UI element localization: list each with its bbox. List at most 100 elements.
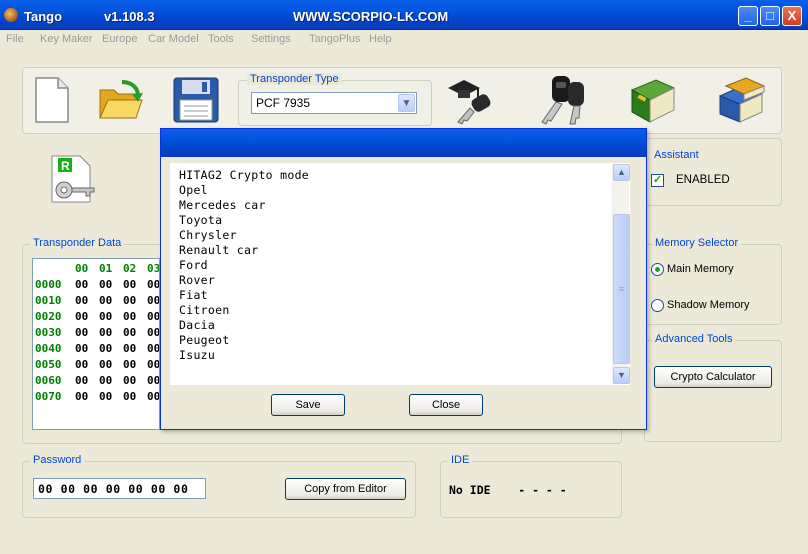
menu-help[interactable]: Help xyxy=(369,33,392,45)
hex-cell[interactable]: 00 xyxy=(99,358,123,371)
app-icon[interactable] xyxy=(4,8,18,22)
hex-cell[interactable]: 00 xyxy=(147,278,159,291)
menu-car-model[interactable]: Car Model xyxy=(148,33,199,45)
save-button[interactable]: Save xyxy=(271,394,345,416)
list-scrollbar[interactable]: ▲ ≡ ▼ xyxy=(612,164,630,384)
hex-cell[interactable]: 00 xyxy=(147,326,159,339)
minimize-button[interactable]: _ xyxy=(738,6,758,26)
hex-cell[interactable]: 00 xyxy=(123,342,147,355)
hex-address: 0050 xyxy=(35,358,62,371)
hex-cell[interactable]: 00 xyxy=(147,358,159,371)
maximize-button[interactable]: □ xyxy=(760,6,780,26)
assistant-label: Assistant xyxy=(651,149,702,161)
hex-row: 0070 00 00 00 00 xyxy=(35,390,159,406)
hex-address: 0020 xyxy=(35,310,62,323)
hex-cell[interactable]: 00 xyxy=(123,326,147,339)
keys-icon[interactable] xyxy=(534,72,590,126)
hex-cell[interactable]: 00 xyxy=(99,294,123,307)
list-item[interactable]: Rover xyxy=(179,273,215,287)
hex-cell[interactable]: 00 xyxy=(123,390,147,403)
dialog-title-bar[interactable] xyxy=(161,129,646,157)
hex-cell[interactable]: 00 xyxy=(147,310,159,323)
hex-cell[interactable]: 00 xyxy=(123,374,147,387)
svg-text:R: R xyxy=(61,159,70,173)
hex-cell[interactable]: 00 xyxy=(99,390,123,403)
open-folder-icon[interactable] xyxy=(96,78,144,122)
hex-address: 0010 xyxy=(35,294,62,307)
hex-cell[interactable]: 00 xyxy=(99,310,123,323)
hex-cell[interactable]: 00 xyxy=(99,342,123,355)
password-input[interactable]: 00 00 00 00 00 00 00 xyxy=(33,478,206,499)
hex-cell[interactable]: 00 xyxy=(123,294,147,307)
main-memory-radio[interactable] xyxy=(651,263,664,276)
car-model-list[interactable]: HITAG2 Crypto mode Opel Mercedes car Toy… xyxy=(170,163,630,385)
crypto-calculator-button[interactable]: Crypto Calculator xyxy=(654,366,772,388)
list-item[interactable]: Renault car xyxy=(179,243,258,257)
scroll-up-icon[interactable]: ▲ xyxy=(613,164,630,181)
hex-cell[interactable]: 00 xyxy=(99,326,123,339)
hex-cell[interactable]: 00 xyxy=(123,278,147,291)
transponder-type-select[interactable]: PCF 7935 ▼ xyxy=(251,92,417,114)
advanced-tools-label: Advanced Tools xyxy=(652,333,736,345)
hex-cell[interactable]: 00 xyxy=(123,358,147,371)
list-item[interactable]: Isuzu xyxy=(179,348,215,362)
menu-europe[interactable]: Europe xyxy=(102,33,137,45)
new-file-icon[interactable] xyxy=(34,76,70,124)
hex-cell[interactable]: 00 xyxy=(147,390,159,403)
hex-cell[interactable]: 00 xyxy=(75,310,99,323)
list-item[interactable]: Chrysler xyxy=(179,228,237,242)
hex-cell[interactable]: 00 xyxy=(75,390,99,403)
graduate-key-icon[interactable] xyxy=(444,74,498,126)
list-item[interactable]: Dacia xyxy=(179,318,215,332)
chevron-down-icon[interactable]: ▼ xyxy=(398,94,415,112)
assistant-checkbox[interactable]: ✓ xyxy=(651,174,664,187)
title-bar[interactable]: Tango v1.108.3 WWW.SCORPIO-LK.COM _ □ X xyxy=(0,0,808,30)
hex-cell[interactable]: 00 xyxy=(75,294,99,307)
menu-tools[interactable]: Tools xyxy=(208,33,234,45)
hex-row: 0040 00 00 00 00 xyxy=(35,342,159,358)
hex-cell[interactable]: 00 xyxy=(147,342,159,355)
hex-cell[interactable]: 00 xyxy=(147,374,159,387)
list-item[interactable]: Toyota xyxy=(179,213,222,227)
close-window-button[interactable]: X xyxy=(782,6,802,26)
hex-cell[interactable]: 00 xyxy=(75,358,99,371)
hex-cell[interactable]: 00 xyxy=(99,278,123,291)
hex-header-row: 00 01 02 03 xyxy=(35,262,159,278)
list-item[interactable]: Citroen xyxy=(179,303,230,317)
scroll-down-icon[interactable]: ▼ xyxy=(613,367,630,384)
list-item[interactable]: Mercedes car xyxy=(179,198,266,212)
shadow-memory-radio[interactable] xyxy=(651,299,664,312)
hex-cell[interactable]: 00 xyxy=(75,374,99,387)
app-website: WWW.SCORPIO-LK.COM xyxy=(293,9,449,24)
password-label: Password xyxy=(30,454,85,466)
list-item[interactable]: Opel xyxy=(179,183,208,197)
hex-cell[interactable]: 00 xyxy=(99,374,123,387)
hex-cell[interactable]: 00 xyxy=(75,278,99,291)
app-version: v1.108.3 xyxy=(104,9,155,24)
hex-cell[interactable]: 00 xyxy=(147,294,159,307)
hex-row: 0050 00 00 00 00 xyxy=(35,358,159,374)
list-item[interactable]: Peugeot xyxy=(179,333,230,347)
hex-cell[interactable]: 00 xyxy=(75,326,99,339)
hex-row: 0020 00 00 00 00 xyxy=(35,310,159,326)
list-item[interactable]: Fiat xyxy=(179,288,208,302)
menu-key-maker[interactable]: Key Maker xyxy=(40,33,93,45)
hex-editor[interactable]: 00 01 02 03 0000 00 00 00 00 0010 00 00 00 00 0020 0… xyxy=(32,258,160,430)
books-icon[interactable] xyxy=(716,76,770,128)
hex-col-header: 01 xyxy=(99,262,113,275)
hex-cell[interactable]: 00 xyxy=(75,342,99,355)
close-button[interactable]: Close xyxy=(409,394,483,416)
menu-tangoplus[interactable]: TangoPlus xyxy=(309,33,360,45)
save-disk-icon[interactable] xyxy=(172,76,220,124)
menu-settings[interactable]: Settings xyxy=(251,33,291,45)
list-item[interactable]: Ford xyxy=(179,258,208,272)
list-item[interactable]: HITAG2 Crypto mode xyxy=(179,168,309,182)
copy-from-editor-button[interactable]: Copy from Editor xyxy=(285,478,406,500)
key-file-icon[interactable]: R xyxy=(50,154,98,204)
green-book-icon[interactable] xyxy=(626,74,680,126)
hex-cell[interactable]: 00 xyxy=(123,310,147,323)
hex-col-header: 02 xyxy=(123,262,137,275)
menu-file[interactable]: File xyxy=(6,33,24,45)
advanced-tools-group: Advanced Tools xyxy=(644,333,782,442)
scroll-thumb[interactable]: ≡ xyxy=(613,214,630,364)
